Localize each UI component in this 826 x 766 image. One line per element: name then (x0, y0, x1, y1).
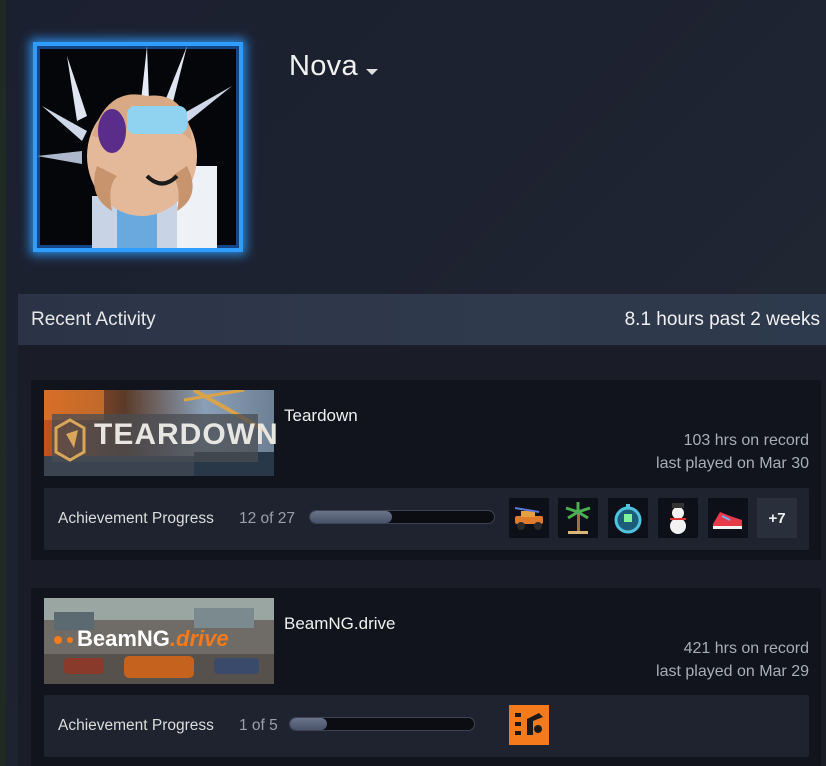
achievement-count: 1 of 5 (239, 717, 278, 734)
hours-on-record: 103 hrs on record (683, 432, 809, 449)
hours-on-record: 421 hrs on record (683, 640, 809, 657)
beamng-capsule-text-main: BeamNG (77, 626, 170, 651)
achievement-count: 12 of 27 (239, 510, 296, 527)
achievement-progress-bar (289, 717, 475, 731)
recent-activity-title: Recent Activity (31, 308, 156, 330)
achievement-progress-fill (310, 511, 392, 523)
recent-activity-panel: Recent Activity 8.1 hours past 2 weeks T… (18, 294, 826, 766)
sneaker-achievement-icon[interactable] (708, 498, 748, 538)
achievement-progress-bar (309, 510, 495, 524)
chevron-down-icon[interactable] (365, 68, 378, 75)
recent-activity-header: Recent Activity 8.1 hours past 2 weeks (18, 294, 826, 345)
palm-tree-achievement-icon[interactable] (558, 498, 598, 538)
beamng-capsule-text-drive: .drive (169, 626, 229, 651)
game-name-teardown[interactable]: Teardown (284, 406, 358, 426)
game-name-beamng[interactable]: BeamNG.drive (284, 614, 395, 634)
achievement-progress-label: Achievement Progress (58, 510, 214, 527)
teardown-capsule-text: TEARDOWN (94, 418, 279, 451)
recent-activity-hours: 8.1 hours past 2 weeks (624, 308, 820, 330)
achievement-progress-row: Achievement Progress 1 of 5 (44, 695, 809, 757)
car-achievement-icon[interactable] (509, 498, 549, 538)
achievement-progress-row: Achievement Progress 12 of 27 +7 (44, 488, 809, 550)
achievement-progress-fill (290, 718, 327, 730)
game-card-beamng: BeamNG.drive BeamNG.drive 421 hrs on rec… (31, 588, 821, 766)
avatar-image (37, 46, 239, 248)
left-edge-strip (0, 0, 6, 766)
game-card-teardown: Teardown 103 hrs on record last played o… (31, 380, 821, 560)
username[interactable]: Nova (289, 50, 358, 83)
profile-avatar[interactable] (33, 42, 243, 252)
stopwatch-achievement-icon[interactable] (608, 498, 648, 538)
snowman-achievement-icon[interactable] (658, 498, 698, 538)
more-achievements-button[interactable]: +7 (757, 498, 797, 538)
achievement-progress-label: Achievement Progress (58, 717, 214, 734)
profile-name-area[interactable]: Nova (289, 50, 378, 83)
last-played: last played on Mar 29 (656, 663, 809, 680)
beamng-achievement-icon[interactable] (509, 705, 549, 745)
beamng-capsule-text: BeamNG.drive (77, 626, 229, 652)
last-played: last played on Mar 30 (656, 455, 809, 472)
